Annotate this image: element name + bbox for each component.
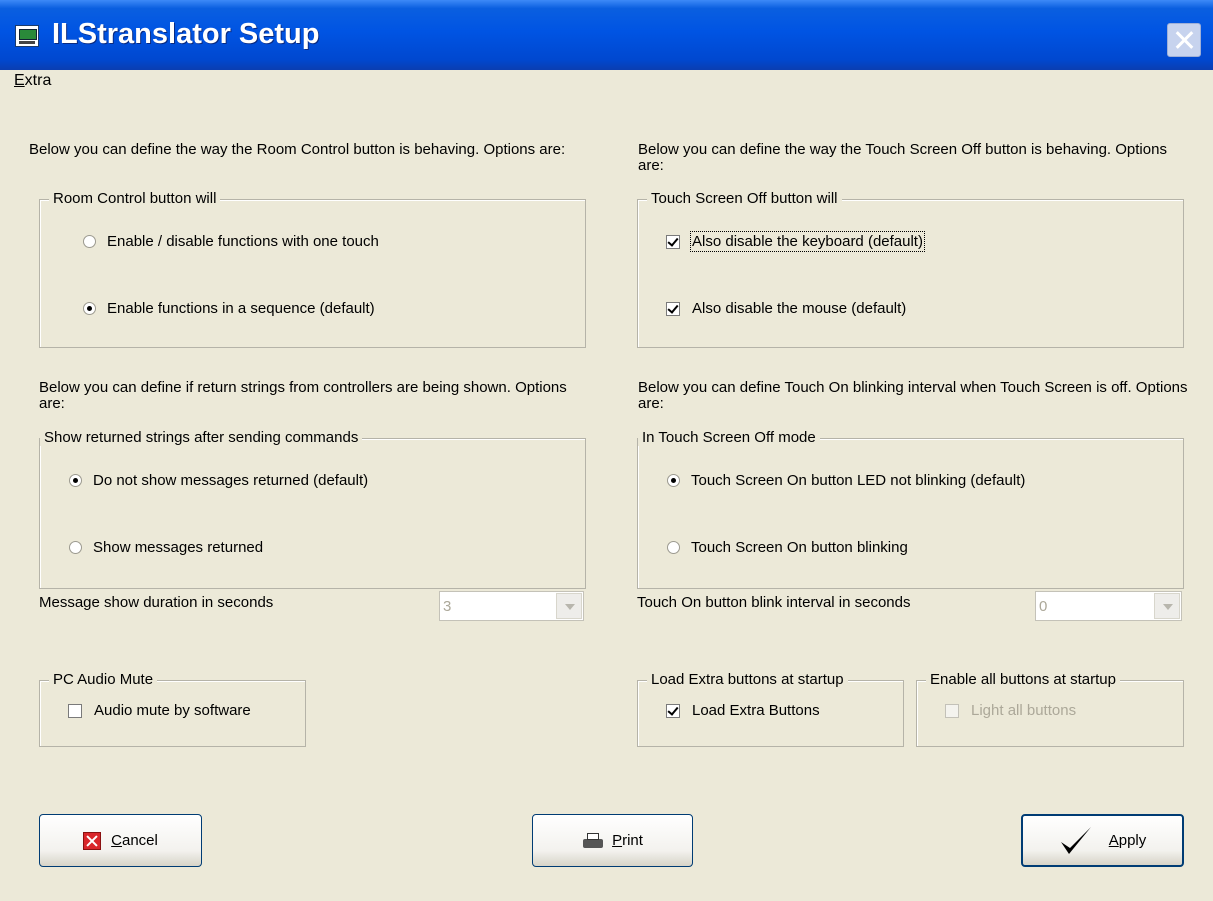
cancel-icon: [83, 831, 102, 850]
load-extra-buttons-group: Load Extra buttons at startup Load Extra…: [637, 671, 904, 747]
disable-mouse-checkbox[interactable]: [666, 301, 680, 316]
message-duration-label: Message show duration in seconds: [39, 594, 274, 611]
return-strings-group: Show returned strings after sending comm…: [39, 429, 586, 589]
option-label: Do not show messages returned (default): [93, 472, 369, 489]
touch-screen-off-legend: Touch Screen Off button will: [647, 190, 842, 207]
touch-on-blink-description: Below you can define Touch On blinking i…: [638, 379, 1188, 412]
option-label: Show messages returned: [93, 539, 264, 556]
return-strings-description: Below you can define if return strings f…: [39, 379, 567, 412]
radio-led-not-blinking[interactable]: [667, 474, 680, 487]
option-label: Touch Screen On button LED not blinking …: [691, 472, 1026, 489]
light-all-buttons-option: Light all buttons: [945, 702, 1076, 719]
cancel-button[interactable]: Cancel: [39, 814, 202, 867]
print-button[interactable]: Print: [532, 814, 693, 867]
touch-screen-off-group: Touch Screen Off button will Also disabl…: [637, 190, 1184, 348]
touch-screen-off-description: Below you can define the way the Touch S…: [638, 141, 1167, 174]
light-all-buttons-checkbox: [945, 703, 959, 718]
apply-button[interactable]: Apply: [1021, 814, 1184, 867]
button-blinking-option[interactable]: Touch Screen On button blinking: [667, 539, 908, 556]
touch-on-blink-legend: In Touch Screen Off mode: [638, 429, 820, 446]
option-label: Enable / disable functions with one touc…: [107, 233, 379, 250]
room-control-group: Room Control button will Enable / disabl…: [39, 190, 586, 348]
blink-interval-select[interactable]: 0: [1035, 591, 1182, 621]
radio-sequence[interactable]: [83, 302, 96, 315]
room-control-option-sequence[interactable]: Enable functions in a sequence (default): [83, 300, 375, 317]
audio-mute-checkbox[interactable]: [68, 703, 82, 718]
audio-mute-option[interactable]: Audio mute by software: [68, 702, 251, 719]
disable-keyboard-checkbox[interactable]: [666, 234, 680, 249]
menu-bar: Extra: [0, 70, 1213, 96]
radio-show-messages[interactable]: [69, 541, 82, 554]
option-label: Also disable the mouse (default): [692, 300, 907, 317]
radio-button-blinking[interactable]: [667, 541, 680, 554]
led-not-blinking-option[interactable]: Touch Screen On button LED not blinking …: [667, 472, 1025, 489]
option-label: Touch Screen On button blinking: [691, 539, 908, 556]
pc-audio-mute-legend: PC Audio Mute: [49, 671, 158, 688]
enable-all-buttons-legend: Enable all buttons at startup: [926, 671, 1120, 688]
chevron-down-icon[interactable]: [1154, 593, 1180, 619]
load-extra-buttons-option[interactable]: Load Extra Buttons: [666, 702, 820, 719]
disable-keyboard-option[interactable]: Also disable the keyboard (default): [666, 231, 925, 252]
room-control-legend: Room Control button will: [49, 190, 221, 207]
cancel-label: Cancel: [111, 832, 158, 849]
do-not-show-messages-option[interactable]: Do not show messages returned (default): [69, 472, 368, 489]
room-control-description: Below you can define the way the Room Co…: [29, 141, 566, 158]
show-messages-option[interactable]: Show messages returned: [69, 539, 263, 556]
close-button[interactable]: [1167, 23, 1201, 57]
message-duration-select[interactable]: 3: [439, 591, 584, 621]
menu-extra[interactable]: Extra: [14, 72, 51, 90]
blink-interval-label: Touch On button blink interval in second…: [637, 594, 911, 611]
option-label: Audio mute by software: [94, 702, 251, 719]
room-control-option-one-touch[interactable]: Enable / disable functions with one touc…: [83, 233, 379, 250]
checkmark-icon: [1060, 826, 1091, 854]
combo-value: 3: [443, 598, 452, 615]
combo-value: 0: [1039, 598, 1048, 615]
pc-audio-mute-group: PC Audio Mute Audio mute by software: [39, 671, 306, 747]
option-label: Light all buttons: [971, 702, 1077, 719]
option-label: Load Extra Buttons: [692, 702, 820, 719]
touch-on-blink-group: In Touch Screen Off mode Touch Screen On…: [637, 429, 1184, 589]
return-strings-legend: Show returned strings after sending comm…: [40, 429, 363, 446]
option-label: Enable functions in a sequence (default): [107, 300, 375, 317]
title-bar: ILStranslator Setup: [0, 0, 1213, 70]
load-extra-buttons-checkbox[interactable]: [666, 703, 680, 718]
disable-mouse-option[interactable]: Also disable the mouse (default): [666, 300, 906, 317]
window-title: ILStranslator Setup: [52, 18, 320, 50]
app-icon: [15, 25, 39, 47]
enable-all-buttons-group: Enable all buttons at startup Light all …: [916, 671, 1184, 747]
print-label: Print: [612, 832, 643, 849]
option-label: Also disable the keyboard (default): [690, 231, 925, 252]
chevron-down-icon[interactable]: [556, 593, 582, 619]
dialog-body: Below you can define the way the Room Co…: [8, 96, 1205, 896]
printer-icon: [582, 832, 604, 849]
load-extra-buttons-legend: Load Extra buttons at startup: [647, 671, 848, 688]
radio-one-touch[interactable]: [83, 235, 96, 248]
radio-do-not-show[interactable]: [69, 474, 82, 487]
apply-label: Apply: [1108, 832, 1147, 849]
